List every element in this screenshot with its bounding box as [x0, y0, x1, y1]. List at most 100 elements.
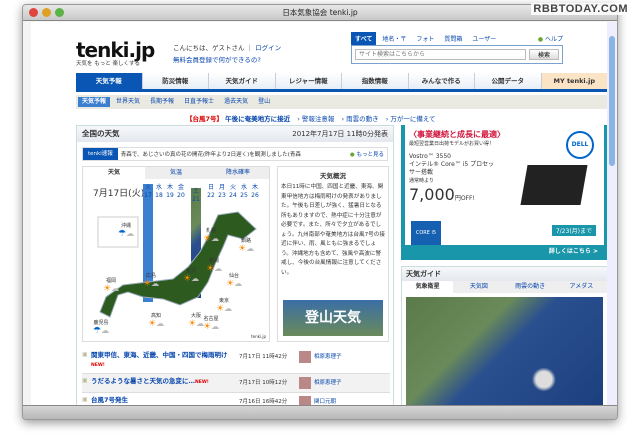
alert-headline[interactable]: 午後に奄美地方に接近 [225, 115, 290, 123]
nav-forecast[interactable]: 天気予報 [76, 73, 143, 89]
cloud-icon: ☁ [211, 234, 220, 243]
news-time: 7月17日 11時42分 [239, 354, 288, 360]
cloud-icon: ☁ [246, 244, 255, 253]
ad-detail-link[interactable]: 詳しくはこちら > [405, 245, 604, 256]
news-time: 7月16日 16時42分 [239, 399, 288, 405]
search-tab-all[interactable]: すべて [351, 32, 377, 45]
alert-link-warnings[interactable]: › 警報注意報 [297, 115, 334, 123]
cloud-icon: ☁ [224, 304, 233, 313]
japan-weather-map[interactable]: 札幌 ☀☁ 釧路 ☀☁ 沖縄 ☂☁ 新潟 ☀☁ 金沢 ☀☁ 仙台 ☀☁ 福岡 ☀☁ 広島 ☀☁ 東京 ☀☁ 高知 ☀☁… [88, 207, 264, 337]
tab-weather-chart[interactable]: 天気図 [453, 281, 505, 293]
city-forecast[interactable]: 金沢 ☀☁ [183, 267, 199, 284]
dell-logo: DELL [566, 131, 594, 159]
rain-icon: ☂ [93, 326, 102, 336]
tab-rain-radar[interactable]: 雨雲の動き [504, 281, 556, 293]
search-tab-place[interactable]: 地名・〒 [378, 32, 410, 45]
subnav-forecast[interactable]: 天気予報 [78, 97, 111, 107]
browser-window: 日本気象協会 tenki.jp tenki.jp 天気を もっと 楽しくする こ… [22, 4, 618, 420]
tab-weather[interactable]: 天気 [83, 167, 145, 179]
cloud-icon: ☁ [156, 319, 165, 328]
ticker-text[interactable]: 青森で、あじさいの真の花の開花(昨年より2日遅く)を観測しました(青森 [118, 150, 350, 158]
subnav-past[interactable]: 過去天気 [220, 97, 252, 107]
city-name: 沖縄 [121, 223, 132, 229]
nav-guide[interactable]: 天気ガイド [209, 73, 276, 89]
scrollbar-thumb[interactable] [609, 36, 615, 166]
search-input[interactable] [355, 49, 526, 60]
tab-temperature[interactable]: 気温 [145, 167, 207, 179]
city-forecast[interactable]: 仙台 ☀☁ [226, 272, 242, 289]
cloud-icon: ☁ [191, 274, 200, 283]
alert-link-radar[interactable]: › 雨雲の動き [341, 115, 378, 123]
nav-leisure[interactable]: レジャー情報 [275, 73, 342, 89]
search-tab-user[interactable]: ユーザー [468, 32, 500, 45]
city-forecast[interactable]: 大阪 ☀☁ [188, 312, 204, 329]
nav-index[interactable]: 指数情報 [342, 73, 409, 89]
city-forecast[interactable]: 広島 ☀☁ [143, 272, 159, 289]
panel-title: 全国の天気 [82, 129, 120, 138]
city-forecast[interactable]: 沖縄 ☂☁ [118, 222, 134, 239]
minimize-button[interactable] [42, 8, 51, 17]
document-icon: ▣ [82, 377, 88, 384]
mountain-weather-banner[interactable]: 登山天気 [283, 300, 383, 336]
news-author[interactable]: 相原恵理子 [314, 351, 342, 360]
avatar [299, 351, 311, 363]
nav-public-data[interactable]: 公開データ [475, 73, 542, 89]
sun-icon: ☀ [226, 279, 235, 289]
vertical-scrollbar[interactable] [607, 22, 617, 407]
zoom-button[interactable] [55, 8, 64, 17]
search-tab-photo[interactable]: フォト [412, 32, 438, 45]
city-forecast[interactable]: 釧路 ☀☁ [238, 237, 254, 254]
search-button[interactable]: 検索 [529, 49, 559, 60]
city-forecast[interactable]: 福岡 ☀☁ [103, 277, 119, 294]
login-link[interactable]: ログイン [255, 44, 281, 52]
intel-logo: CORE i5 [411, 221, 441, 246]
subnav-world[interactable]: 世界天気 [112, 97, 144, 107]
news-author[interactable]: 相原恵理子 [314, 377, 342, 386]
cloud-icon: ☁ [211, 322, 220, 331]
more-link[interactable]: ● もっと見る [350, 150, 387, 158]
city-forecast[interactable]: 鹿児島 ☂☁ [93, 319, 109, 336]
overview-text: 本日11時に中国、四国と近畿、東海、関東甲信地方は梅雨明けの発表がありました。午… [281, 184, 385, 276]
city-forecast[interactable]: 新潟 ☀☁ [206, 257, 222, 274]
news-author[interactable]: 関口元朝 [314, 396, 336, 405]
city-forecast[interactable]: 東京 ☀☁ [216, 297, 232, 314]
subnav-mountain[interactable]: 登山 [254, 97, 274, 107]
nav-community[interactable]: みんなで作る [408, 73, 475, 89]
status-bar [23, 405, 617, 419]
tab-satellite[interactable]: 気象衛星 [402, 281, 454, 293]
news-row: ▣ 関東甲信、東海、近畿、中国・四国で梅雨明けNEW! 7月17日 11時42分 相原… [82, 348, 390, 374]
city-forecast[interactable]: 高知 ☀☁ [148, 312, 164, 329]
nav-my-tenki[interactable]: MY tenki.jp [541, 73, 608, 89]
city-forecast[interactable]: 札幌 ☀☁ [203, 227, 219, 244]
close-button[interactable] [29, 8, 38, 17]
ticker-label: tenki速報 [83, 148, 118, 160]
nav-disaster[interactable]: 防災情報 [142, 73, 209, 89]
alert-link-prepare[interactable]: › 万が一に備えて [386, 115, 436, 123]
ad-until: 7/23(月)まで [551, 225, 596, 236]
search-area: すべて 地名・〒 フォト 質問箱 ユーザー ● ヘルプ 検索 [351, 32, 563, 64]
help-icon: ● [537, 36, 544, 43]
news-title[interactable]: うだるような暑さと天気の急変に…NEW! [91, 377, 239, 387]
main-nav: 天気予報 防災情報 天気ガイド レジャー情報 指数情報 みんなで作る 公開データ… [76, 73, 608, 92]
help-link[interactable]: ● ヘルプ [538, 34, 563, 43]
tab-precipitation[interactable]: 降水確率 [207, 167, 269, 179]
cloud-icon: ☁ [126, 229, 135, 238]
search-tab-qa[interactable]: 質問箱 [440, 32, 466, 45]
greeting: こんにちは、ゲストさん ｜ ログイン [173, 44, 282, 52]
city-name: 大阪 [191, 313, 202, 319]
news-title[interactable]: 関東甲信、東海、近畿、中国・四国で梅雨明けNEW! [91, 351, 239, 370]
sun-icon: ☀ [188, 319, 197, 329]
dell-ad[interactable]: 〈事業継続と成長に最適〉 最短翌営業日出荷モデルがお買い得！ DELL Vost… [401, 125, 608, 260]
satellite-image[interactable] [406, 297, 603, 407]
subnav-long-range[interactable]: 長期予報 [146, 97, 178, 107]
register-link[interactable]: 無料会員登録で何ができるの? [173, 54, 261, 64]
subnav-forecaster[interactable]: 日直予報士 [180, 97, 218, 107]
new-badge: NEW! [195, 380, 209, 385]
published-time: 2012年7月17日 11時0分発表 [292, 130, 388, 138]
city-forecast[interactable]: 名古屋 ☀☁ [203, 315, 219, 332]
rain-icon: ☂ [118, 229, 127, 239]
weather-map-box: 天気 気温 降水確率 7月17日(火) 火 17 水 18 木 19 金 20 土 21 日 22 月 2… [82, 166, 270, 342]
laptop-image [520, 165, 588, 205]
tab-amedas[interactable]: アメダス [555, 281, 607, 293]
sun-icon: ☀ [216, 304, 225, 314]
